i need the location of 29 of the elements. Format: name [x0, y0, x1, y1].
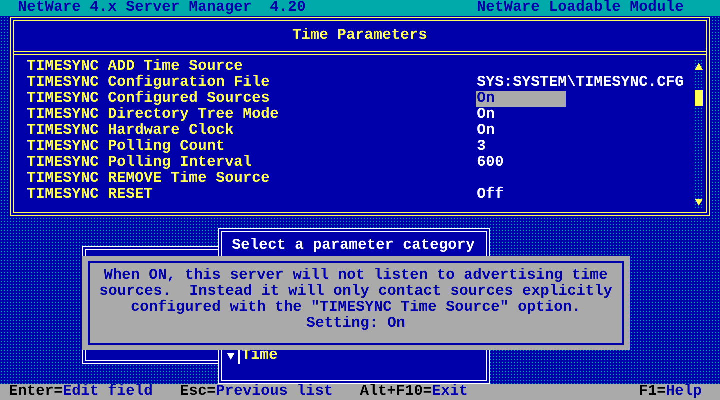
help-text: When ON, this server will not listen to advertising time sources. Instead it will only contact sources explicitly configured with the "TIMESYNC Time Source" option. Setting: On — [98, 268, 614, 332]
parameter-name[interactable]: TIMESYNC Configured Sources — [27, 91, 476, 107]
parameter-value[interactable]: 3 — [476, 139, 566, 155]
window-title: Time Parameters — [292, 28, 428, 44]
parameter-name[interactable]: TIMESYNC RESET — [27, 187, 476, 203]
parameter-name[interactable]: TIMESYNC Polling Count — [27, 139, 476, 155]
parameter-name[interactable]: TIMESYNC Directory Tree Mode — [27, 107, 476, 123]
shortcut-hint[interactable]: Enter=Edit field — [9, 384, 154, 400]
shortcut-hint[interactable]: F1=Help — [638, 384, 702, 400]
parameter-value[interactable]: 600 — [476, 155, 566, 171]
parameter-name[interactable]: TIMESYNC REMOVE Time Source — [27, 171, 476, 187]
shortcut-hint[interactable]: Esc=Previous list — [180, 384, 334, 400]
scrollbar[interactable] — [694, 59, 704, 210]
parameter-value[interactable]: On — [476, 123, 566, 139]
parameter-value[interactable]: On — [476, 107, 566, 123]
app-title: NetWare 4.x Server Manager 4.20 — [18, 0, 306, 16]
parameter-name[interactable]: TIMESYNC ADD Time Source — [27, 59, 476, 75]
window-title: Select a parameter category — [232, 237, 476, 254]
parameter-value[interactable]: SYS:SYSTEM\TIMESYNC.CFG — [476, 75, 684, 91]
parameter-name[interactable]: TIMESYNC Configuration File — [27, 75, 476, 91]
parameter-value[interactable]: On — [476, 91, 566, 107]
scroll-down-icon[interactable] — [695, 199, 703, 206]
shortcut-hint[interactable]: Alt+F10=Exit — [360, 384, 468, 400]
module-label: NetWare Loadable Module — [476, 0, 684, 16]
parameter-name[interactable]: TIMESYNC Hardware Clock — [27, 123, 476, 139]
scroll-thumb[interactable] — [695, 90, 703, 106]
scroll-up-icon[interactable] — [695, 63, 703, 70]
parameter-value[interactable]: Off — [476, 187, 566, 203]
parameter-name[interactable]: TIMESYNC Polling Interval — [27, 155, 476, 171]
